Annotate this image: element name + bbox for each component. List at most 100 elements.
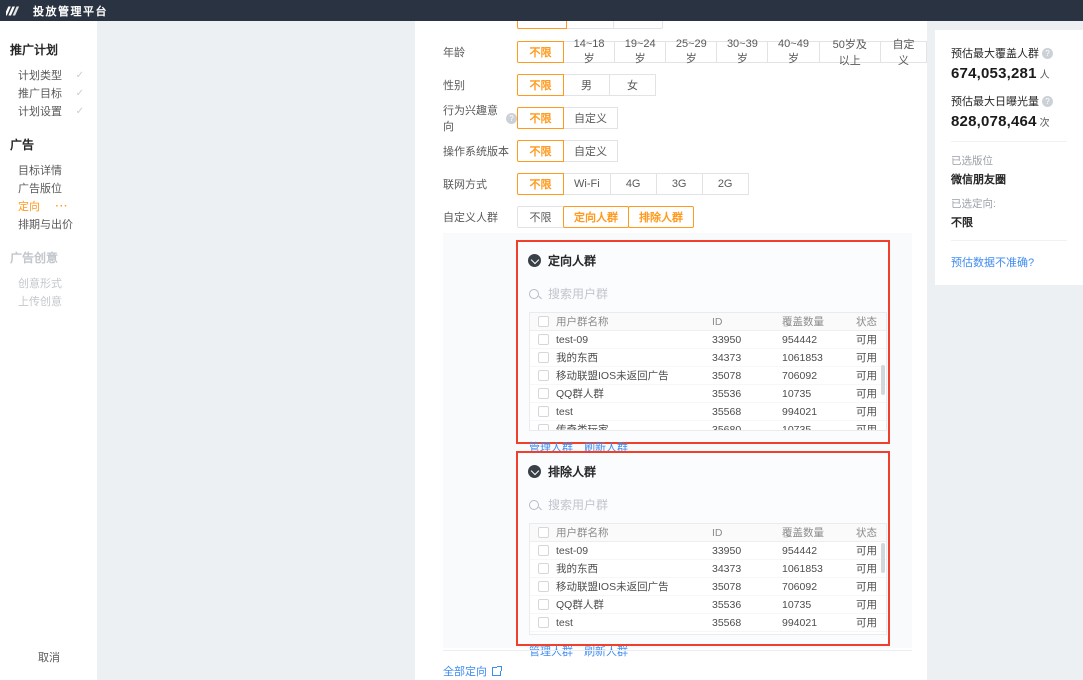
table-row[interactable]: 我的东西 34373 1061853 可用: [530, 560, 886, 578]
metric-number: 828,078,464: [951, 113, 1037, 130]
all-targeting-link[interactable]: 全部定向: [443, 663, 501, 679]
form-row-label: 行为兴趣意向: [443, 102, 517, 134]
table-row[interactable]: test-09 33950 954442 可用: [530, 331, 886, 349]
form-row-label: 联网方式: [443, 176, 517, 192]
option-button[interactable]: 不限: [517, 74, 564, 96]
table-row[interactable]: 我的东西 34373 1061853 可用: [530, 349, 886, 367]
sidebar-item[interactable]: 定向 ···: [0, 197, 97, 215]
row-checkbox[interactable]: [538, 406, 549, 417]
row-checkbox[interactable]: [538, 334, 549, 345]
partially-visible-option-button[interactable]: [517, 21, 567, 29]
cell-group-name: test: [556, 406, 712, 418]
search-placeholder: 搜索用户群: [548, 496, 608, 513]
partially-visible-option-button[interactable]: [566, 21, 614, 29]
option-button[interactable]: 2G: [702, 173, 749, 195]
option-button[interactable]: 25~29岁: [665, 41, 717, 63]
search-input[interactable]: 搜索用户群: [529, 285, 878, 302]
select-all-checkbox[interactable]: [538, 316, 549, 327]
sidebar-item[interactable]: 广告版位: [0, 179, 97, 197]
option-button[interactable]: 自定义: [563, 107, 618, 129]
table-row[interactable]: test 35568 994021 可用: [530, 403, 886, 421]
option-button[interactable]: 不限: [517, 173, 564, 195]
cell-group-name: 传奇类玩家: [556, 422, 712, 431]
cancel-button[interactable]: 取消: [38, 649, 60, 665]
row-checkbox[interactable]: [538, 388, 549, 399]
cell-group-name: 我的东西: [556, 350, 712, 365]
sidebar-item[interactable]: 排期与出价: [0, 215, 97, 233]
selection-summary: 已选版位 微信朋友圈: [951, 153, 1067, 187]
table-header-row: 用户群名称 ID 覆盖数量 状态: [530, 524, 886, 542]
cell-id: 35680: [712, 424, 782, 432]
option-button[interactable]: 定向人群: [563, 206, 629, 228]
footer-divider: [443, 650, 912, 651]
collapse-chevron-icon[interactable]: [528, 254, 541, 267]
option-button[interactable]: 男: [563, 74, 610, 96]
collapse-chevron-icon[interactable]: [528, 465, 541, 478]
table-row[interactable]: 传奇类玩家 35680 10735 可用: [530, 632, 886, 635]
sidebar-item[interactable]: 计划设置 ✓: [0, 102, 97, 120]
sidebar-item[interactable]: 计划类型 ✓: [0, 66, 97, 84]
cell-status: 可用: [856, 350, 886, 365]
option-button[interactable]: 3G: [656, 173, 703, 195]
row-checkbox[interactable]: [538, 352, 549, 363]
cell-coverage: 706092: [782, 581, 856, 593]
table-row[interactable]: QQ群人群 35536 10735 可用: [530, 596, 886, 614]
row-checkbox[interactable]: [538, 370, 549, 381]
cell-coverage: 994021: [782, 617, 856, 629]
audience-action-link[interactable]: 管理人群: [529, 646, 573, 658]
option-button[interactable]: 不限: [517, 107, 564, 129]
option-button[interactable]: 不限: [517, 41, 564, 63]
option-button[interactable]: 50岁及以上: [819, 41, 881, 63]
sidebar-item[interactable]: 上传创意: [0, 292, 97, 310]
column-header-name: 用户群名称: [556, 314, 712, 329]
select-all-checkbox[interactable]: [538, 527, 549, 538]
scrollbar-thumb[interactable]: [881, 365, 885, 395]
sidebar-item[interactable]: 目标详情: [0, 161, 97, 179]
selection-value: 微信朋友圈: [951, 171, 1067, 187]
form-row-label: 自定义人群: [443, 209, 517, 225]
option-button[interactable]: 女: [609, 74, 656, 96]
cell-group-name: test-09: [556, 334, 712, 346]
form-row: 性别 不限 男 女: [443, 74, 927, 96]
sidebar-section: 广告 目标详情 广告版位 定向 ···: [0, 136, 97, 233]
row-checkbox[interactable]: [538, 617, 549, 628]
option-button[interactable]: Wi-Fi: [563, 173, 611, 195]
audience-action-link[interactable]: 刷新人群: [584, 646, 628, 658]
cell-id: 35536: [712, 599, 782, 611]
audience-panel-title: 排除人群: [548, 463, 596, 480]
option-button[interactable]: 排除人群: [628, 206, 694, 228]
sidebar-item[interactable]: 推广目标 ✓: [0, 84, 97, 102]
metric-unit: 人: [1040, 70, 1050, 81]
search-input[interactable]: 搜索用户群: [529, 496, 878, 513]
estimate-feedback-link[interactable]: 预估数据不准确?: [951, 257, 1034, 269]
scrollbar-thumb[interactable]: [881, 543, 885, 573]
row-checkbox[interactable]: [538, 599, 549, 610]
table-row[interactable]: test-09 33950 954442 可用: [530, 542, 886, 560]
option-button[interactable]: 自定义: [563, 140, 618, 162]
option-button[interactable]: 14~18岁: [563, 41, 615, 63]
option-button[interactable]: 自定义: [880, 41, 927, 63]
option-button[interactable]: 不限: [517, 206, 564, 228]
table-row[interactable]: 移动联盟IOS未返回广告 35078 706092 可用: [530, 578, 886, 596]
table-row[interactable]: 传奇类玩家 35680 10735 可用: [530, 421, 886, 431]
table-row[interactable]: 移动联盟IOS未返回广告 35078 706092 可用: [530, 367, 886, 385]
selection-value: 不限: [951, 214, 1067, 230]
option-button[interactable]: 不限: [517, 140, 564, 162]
option-button-group: 不限 自定义: [517, 107, 618, 129]
option-button[interactable]: 30~39岁: [716, 41, 768, 63]
audience-panel-links: 管理人群 刷新人群: [529, 643, 878, 659]
option-button[interactable]: 19~24岁: [614, 41, 666, 63]
cell-coverage: 1061853: [782, 563, 856, 575]
table-row[interactable]: test 35568 994021 可用: [530, 614, 886, 632]
option-button[interactable]: 4G: [610, 173, 657, 195]
table-row[interactable]: QQ群人群 35536 10735 可用: [530, 385, 886, 403]
row-checkbox[interactable]: [538, 563, 549, 574]
partially-visible-option-button[interactable]: [613, 21, 663, 29]
sidebar-item[interactable]: 创意形式: [0, 274, 97, 292]
row-checkbox[interactable]: [538, 424, 549, 431]
option-button[interactable]: 40~49岁: [767, 41, 819, 63]
selection-label: 已选定向:: [951, 196, 1067, 211]
more-dots-icon: ···: [56, 201, 69, 212]
row-checkbox[interactable]: [538, 581, 549, 592]
row-checkbox[interactable]: [538, 545, 549, 556]
